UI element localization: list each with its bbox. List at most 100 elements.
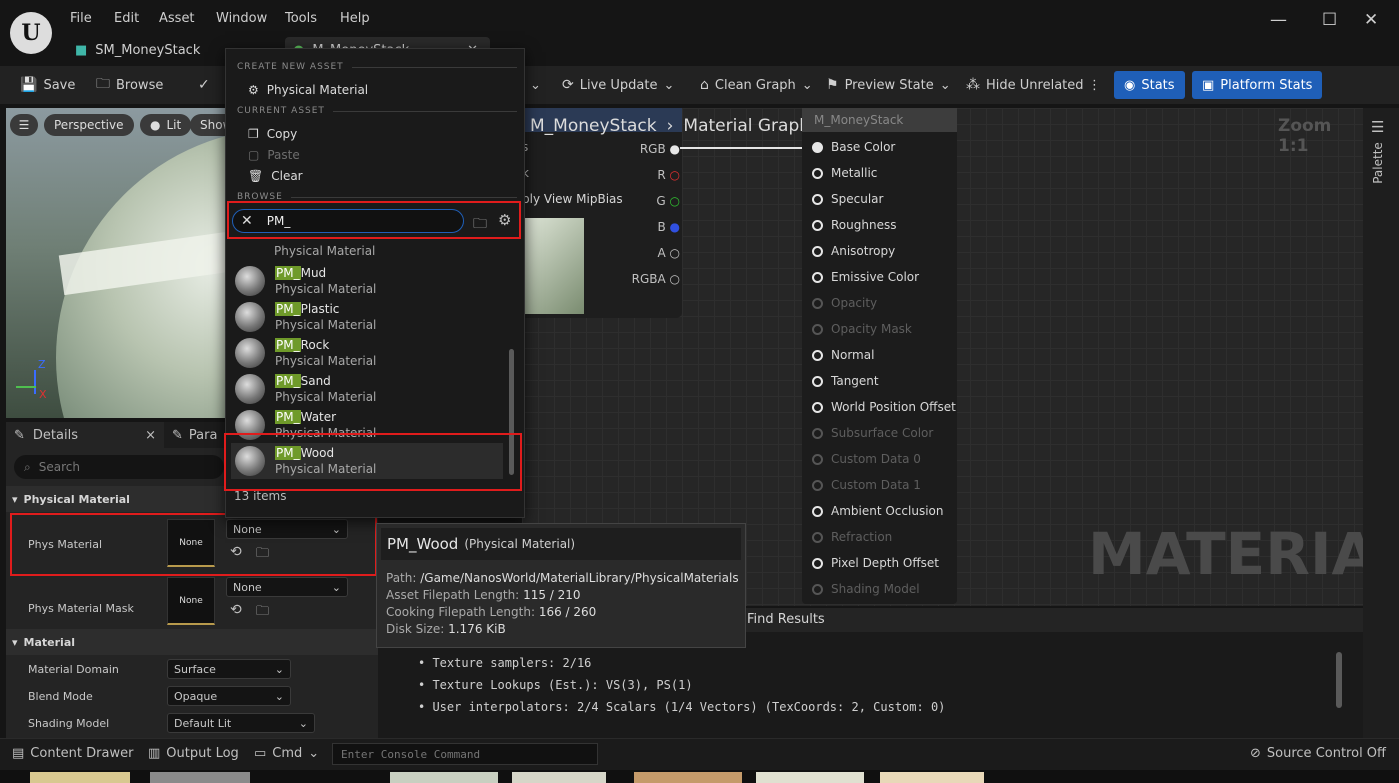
tab-details[interactable]: ✎ Details × [6,422,164,448]
asset-list-item[interactable]: PM_Plastic Physical Material [231,299,503,335]
pin-circle-icon[interactable] [812,271,823,283]
shading-model-dropdown[interactable]: Default Lit ⌄ [167,713,315,733]
apply-button[interactable]: ✓ [198,66,210,104]
output-g[interactable]: G ○ [622,188,680,214]
chevron-down-icon[interactable]: ⌄ [530,66,541,104]
pin-row[interactable]: Specular [812,186,883,212]
pin-circle-icon[interactable] [812,531,823,543]
pin-row[interactable]: Custom Data 1 [812,472,921,498]
viewport-menu-icon[interactable]: ☰ [10,114,38,136]
cmd-dropdown[interactable]: ▭ Cmd ⌄ [254,746,319,761]
browse-button[interactable]: 🗀 Browse [96,66,163,104]
tab-parameters[interactable]: ✎ Para [172,422,217,448]
menu-window[interactable]: Window [216,11,267,26]
pin-row[interactable]: Subsurface Color [812,420,933,446]
texture-sample-node[interactable]: s k ply View MipBias RGB ● R ○ G ○ B ● A… [522,108,682,318]
pin-circle-icon[interactable] [812,401,823,413]
platform-stats-button[interactable]: ▣ Platform Stats [1192,71,1323,99]
pin-circle-icon[interactable] [812,557,823,569]
output-log-button[interactable]: ▥ Output Log [148,746,239,761]
console-command-input[interactable] [332,743,598,765]
pin-circle-icon[interactable] [812,193,823,205]
pin-circle-icon[interactable] [812,167,823,179]
thumbnail[interactable] [512,772,606,783]
pin-row[interactable]: Anisotropy [812,238,895,264]
pin-row[interactable]: Normal [812,342,874,368]
save-button[interactable]: 💾 Save [20,66,75,104]
menu-item-paste[interactable]: ▢ Paste [248,145,300,165]
more-options-icon[interactable]: ⋮ [1088,66,1101,104]
pin-row[interactable]: Emissive Color [812,264,919,290]
menu-asset[interactable]: Asset [159,11,195,26]
thumbnail[interactable] [390,772,498,783]
menu-item-create-physical-material[interactable]: ⚙ Physical Material [248,80,368,100]
pin-circle-icon[interactable] [812,479,823,491]
menu-file[interactable]: File [70,11,92,26]
menu-item-clear[interactable]: 🗑 Clear [248,166,303,186]
thumbnail[interactable] [880,772,984,783]
list-icon[interactable]: ☰ [1371,118,1384,136]
material-output-node[interactable]: M_MoneyStack Base Color Metallic Specular R… [802,108,957,604]
reset-arrow-icon[interactable]: ⟲ [230,602,242,618]
output-a[interactable]: A ○ [622,240,680,266]
thumbnail[interactable] [150,772,250,783]
maximize-button[interactable]: ☐ [1322,10,1337,30]
menu-item-copy[interactable]: ❐ Copy [248,124,297,144]
pin-circle-icon[interactable] [812,349,823,361]
output-rgba[interactable]: RGBA ○ [622,266,680,292]
output-b[interactable]: B ● [622,214,680,240]
perspective-button[interactable]: Perspective [44,114,134,136]
close-icon[interactable]: × [145,428,156,443]
asset-list-item[interactable]: PM_Sand Physical Material [231,371,503,407]
output-r[interactable]: R ○ [622,162,680,188]
phys-material-mask-dropdown[interactable]: None ⌄ [226,577,348,597]
pin-circle-icon[interactable] [812,245,823,257]
lit-button[interactable]: ● Lit [140,114,192,136]
menu-help[interactable]: Help [340,11,370,26]
pin-circle-icon[interactable] [812,453,823,465]
details-search-input[interactable]: ⌕ Search [14,455,224,479]
pin-row[interactable]: Roughness [812,212,896,238]
pin-circle-icon[interactable] [812,219,823,231]
breadcrumb-asset[interactable]: M_MoneyStack [530,116,657,136]
phys-material-mask-thumbnail[interactable]: None [167,577,215,625]
pin-row[interactable]: World Position Offset [812,394,956,420]
pin-row[interactable]: Opacity [812,290,877,316]
pin-row[interactable]: Base Color [812,134,895,160]
pin-row[interactable]: Custom Data 0 [812,446,921,472]
tab-find-results[interactable]: Find Results [747,612,825,627]
hide-unrelated-button[interactable]: ⁂ Hide Unrelated [966,66,1084,104]
pin-row[interactable]: Tangent [812,368,879,394]
pin-row[interactable]: Metallic [812,160,877,186]
preview-state-button[interactable]: ⚑ Preview State ⌄ [826,66,951,104]
pin-circle-icon[interactable] [812,427,823,439]
pin-circle-icon[interactable] [812,505,823,517]
pin-row[interactable]: Ambient Occlusion [812,498,943,524]
thumbnail[interactable] [756,772,864,783]
stats-button[interactable]: ◉ Stats [1114,71,1185,99]
live-update-button[interactable]: ⟳ Live Update ⌄ [562,66,674,104]
pin-circle-icon[interactable] [812,323,823,335]
material-domain-dropdown[interactable]: Surface ⌄ [167,659,291,679]
browse-folder-icon[interactable]: 🗀 [256,602,269,624]
menu-edit[interactable]: Edit [114,11,139,26]
category-material[interactable]: ▾ Material [6,629,378,655]
stats-scrollbar[interactable] [1336,652,1342,708]
pin-circle-icon[interactable] [812,583,823,595]
pin-row[interactable]: Shading Model [812,576,920,602]
menu-tools[interactable]: Tools [285,11,317,26]
asset-list-item[interactable]: PM_Mud Physical Material [231,263,503,299]
source-control-button[interactable]: ⊘ Source Control Off [1250,746,1386,761]
clean-graph-button[interactable]: ⌂ Clean Graph ⌄ [700,66,813,104]
pin-circle-icon[interactable] [812,297,823,309]
pin-row[interactable]: Pixel Depth Offset [812,550,939,576]
minimize-button[interactable]: — [1270,10,1287,30]
pin-row[interactable]: Opacity Mask [812,316,912,342]
unreal-logo-icon[interactable]: U [10,12,52,54]
pin-circle-icon[interactable] [812,141,823,153]
close-window-button[interactable]: ✕ [1364,10,1378,30]
tab-sm-moneystack[interactable]: ■ SM_MoneyStack [75,37,200,63]
thumbnail[interactable] [30,772,130,783]
blend-mode-dropdown[interactable]: Opaque ⌄ [167,686,291,706]
asset-list-item[interactable]: PM_Rock Physical Material [231,335,503,371]
